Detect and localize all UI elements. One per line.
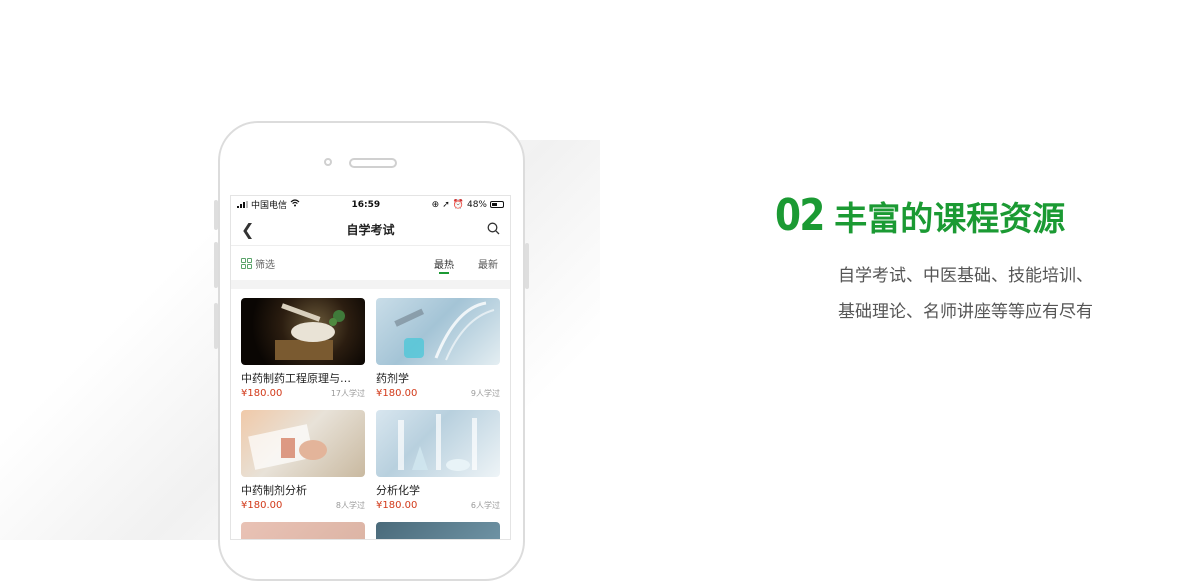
- status-bar: 中国电信 16:59 ⊕ ➚ ⏰ 48%: [231, 196, 510, 213]
- description-line: 基础理论、名师讲座等等应有尽有: [838, 302, 1093, 322]
- wifi-icon: [290, 199, 300, 210]
- course-card[interactable]: 中药制剂分析 ¥180.00 8人学过: [241, 410, 365, 511]
- section-divider: [231, 280, 510, 289]
- course-learners: 17人学过: [330, 389, 365, 398]
- earpiece-speaker: [349, 158, 397, 168]
- course-learners: 9人学过: [470, 389, 500, 398]
- signal-icon: [237, 201, 248, 208]
- course-card[interactable]: 分析化学 ¥180.00 6人学过: [376, 410, 500, 511]
- sort-tab-new[interactable]: 最新: [478, 256, 498, 271]
- course-learners: 8人学过: [335, 501, 365, 510]
- course-card[interactable]: 药剂学 ¥180.00 9人学过: [376, 298, 500, 399]
- feature-description: 自学考试、中医基础、技能培训、 基础理论、名师讲座等等应有尽有: [838, 258, 1093, 330]
- location-icon: ➚: [442, 199, 450, 210]
- course-card[interactable]: 中药制药工程原理与… ¥180.00 17人学过: [241, 298, 365, 399]
- carrier-label: 中国电信: [251, 201, 288, 211]
- battery-percent: 48%: [466, 199, 487, 210]
- description-line: 自学考试、中医基础、技能培训、: [838, 266, 1093, 286]
- battery-icon: [490, 201, 504, 208]
- course-thumbnail: [241, 410, 365, 477]
- course-price: ¥180.00: [376, 388, 418, 399]
- course-card[interactable]: [241, 522, 365, 539]
- sort-tab-hot[interactable]: 最热: [434, 256, 454, 274]
- status-time: 16:59: [351, 199, 381, 210]
- page-title: 自学考试: [346, 222, 395, 237]
- phone-power-button: [525, 243, 529, 289]
- course-grid: 中药制药工程原理与… ¥180.00 17人学过 药剂学 ¥180.00 9人学过 …: [231, 289, 510, 539]
- phone-screen: 中国电信 16:59 ⊕ ➚ ⏰ 48% ❮ 自学考试 筛选 最热 最新 中药制…: [230, 195, 511, 540]
- course-title: 中药制药工程原理与…: [241, 372, 351, 385]
- phone-volume-down: [214, 303, 218, 349]
- alarm-icon: ⏰: [452, 199, 464, 210]
- course-thumbnail: [376, 522, 500, 539]
- filter-bar: 筛选 最热 最新: [231, 246, 510, 280]
- back-icon[interactable]: ❮: [241, 220, 254, 239]
- filter-button[interactable]: 筛选: [241, 256, 275, 271]
- phone-volume-up: [214, 242, 218, 288]
- feature-title: 丰富的课程资源: [834, 198, 1066, 238]
- feature-number: 02: [775, 190, 825, 241]
- course-title: 分析化学: [376, 484, 420, 497]
- phone-mute-switch: [214, 200, 218, 230]
- course-price: ¥180.00: [376, 500, 418, 511]
- search-icon[interactable]: [487, 222, 500, 235]
- feature-headline: 02 丰富的课程资源: [775, 190, 1065, 241]
- course-price: ¥180.00: [241, 388, 283, 399]
- course-price: ¥180.00: [241, 500, 283, 511]
- course-title: 中药制剂分析: [241, 484, 307, 497]
- course-title: 药剂学: [376, 372, 409, 385]
- course-card[interactable]: [376, 522, 500, 539]
- filter-grid-icon: [241, 257, 252, 269]
- lock-rotation-icon: ⊕: [431, 199, 440, 210]
- course-thumbnail: [376, 410, 500, 477]
- course-thumbnail: [376, 298, 500, 365]
- course-learners: 6人学过: [470, 501, 500, 510]
- front-camera: [324, 158, 332, 166]
- nav-bar: ❮ 自学考试: [231, 213, 510, 246]
- course-thumbnail: [241, 298, 365, 365]
- filter-label: 筛选: [255, 259, 275, 271]
- course-thumbnail: [241, 522, 365, 539]
